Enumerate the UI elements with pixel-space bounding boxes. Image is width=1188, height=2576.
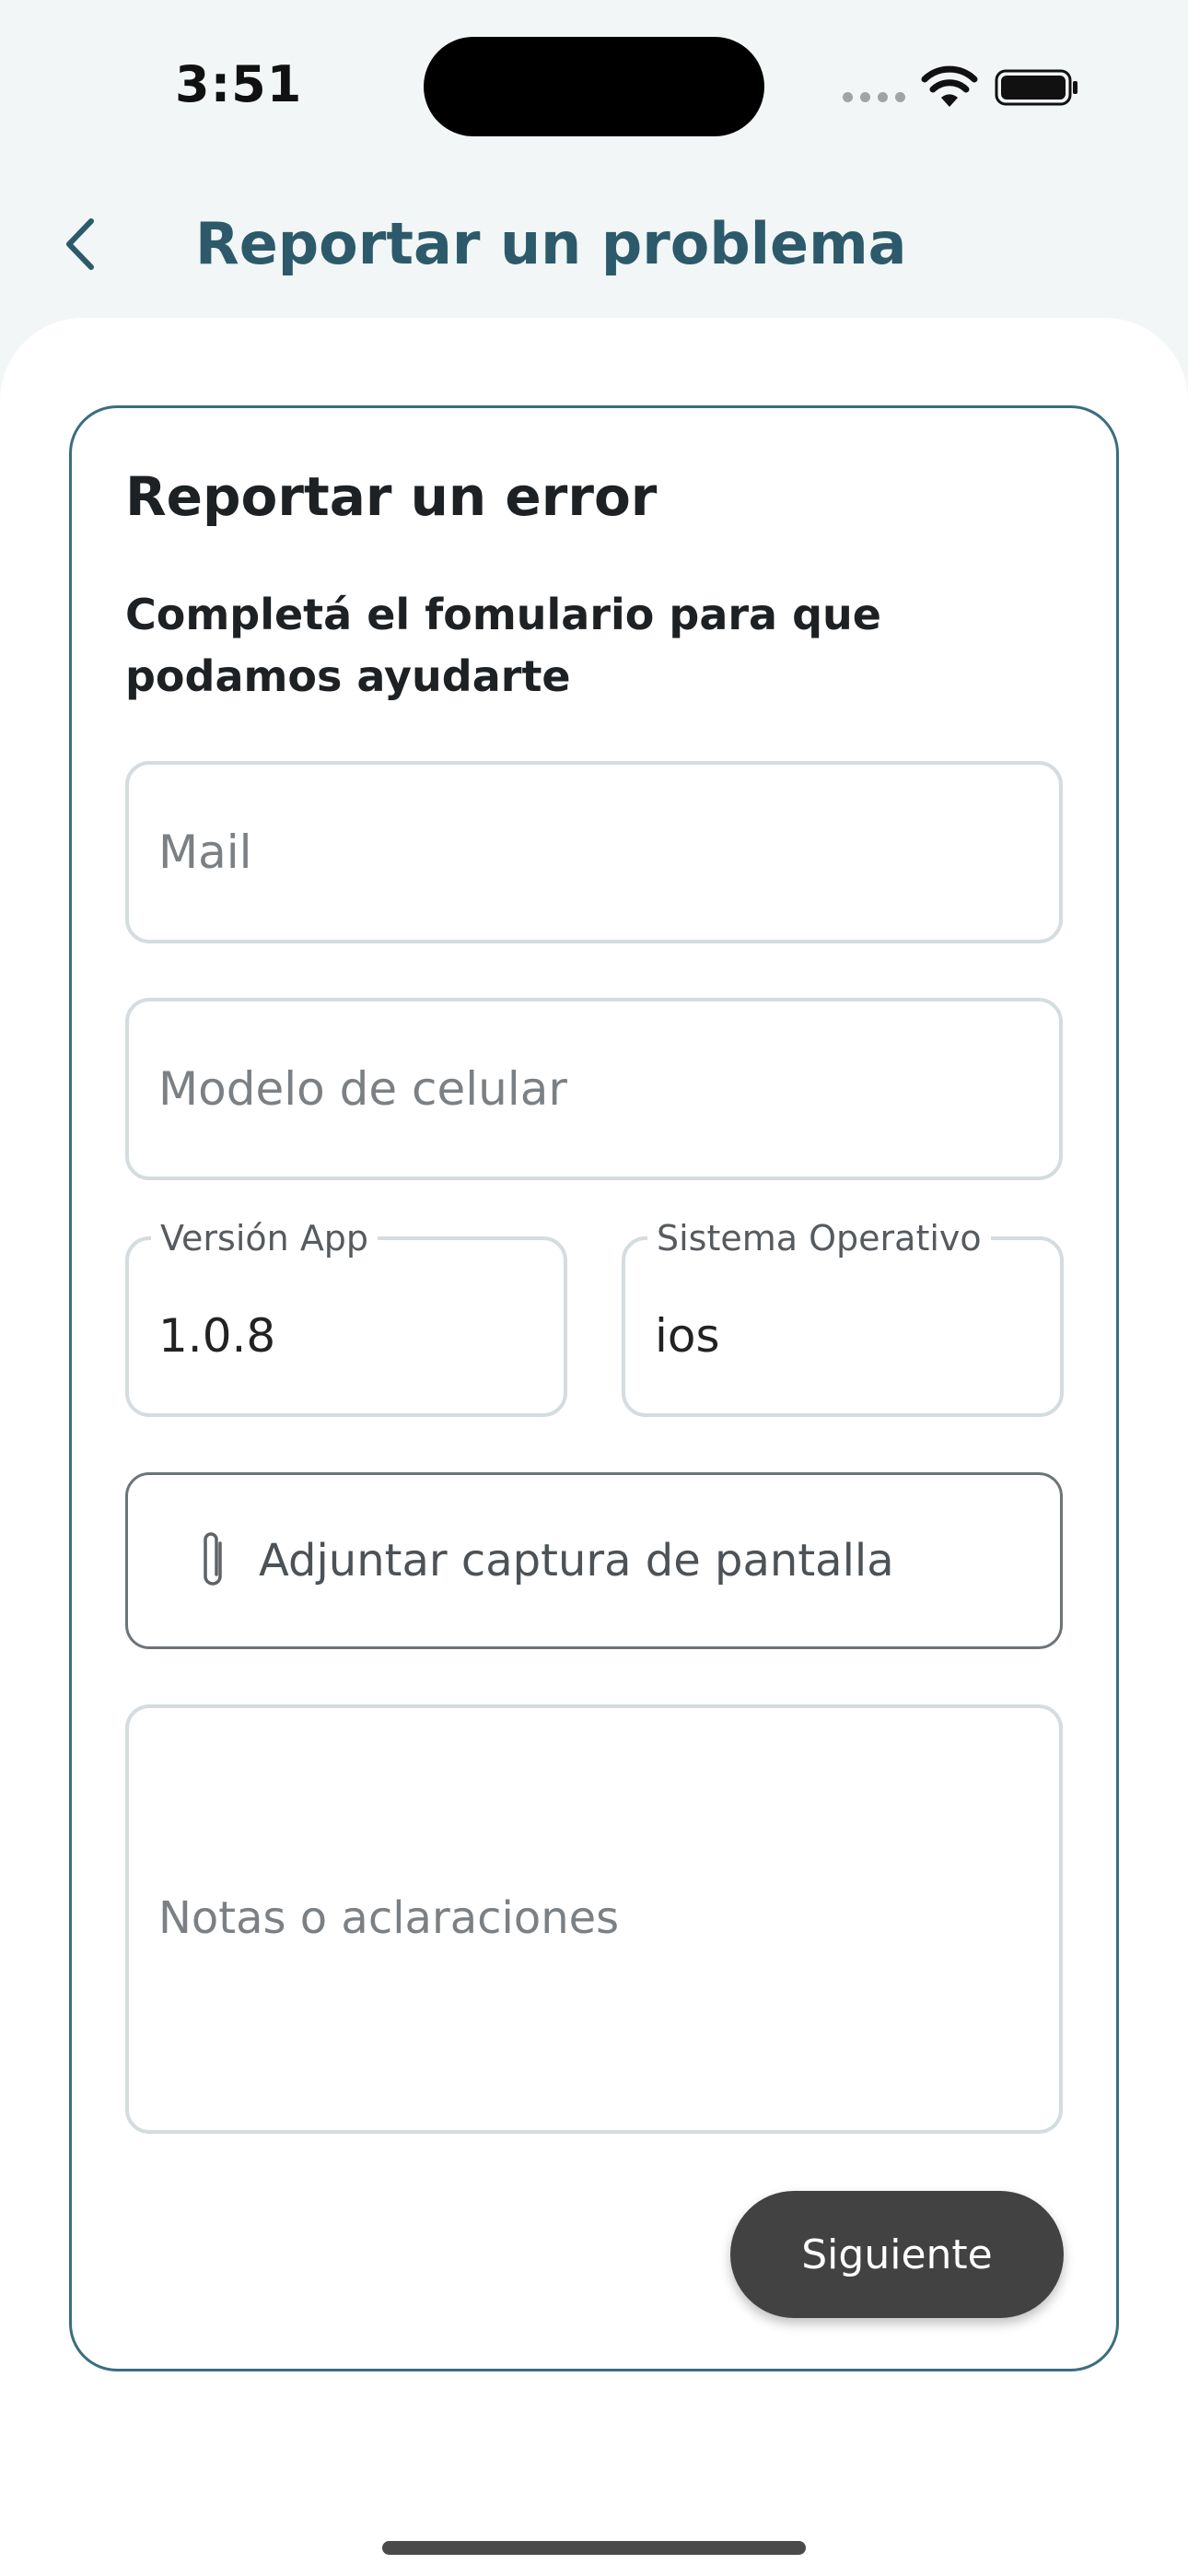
notes-field-container bbox=[125, 1704, 1063, 2134]
header: Reportar un problema bbox=[0, 184, 1188, 304]
next-button[interactable]: Siguiente bbox=[730, 2191, 1064, 2318]
home-indicator bbox=[382, 2541, 806, 2555]
form-subtitle: Completá el fomulario para que podamos a… bbox=[125, 590, 881, 701]
app-version-field-container: Versión App bbox=[125, 1218, 567, 1417]
os-label: Sistema Operativo bbox=[647, 1218, 991, 1259]
status-bar: 3:51 bbox=[0, 0, 1188, 175]
os-field-container: Sistema Operativo bbox=[622, 1218, 1064, 1417]
attach-screenshot-button[interactable]: Adjuntar captura de pantalla bbox=[125, 1472, 1063, 1649]
chevron-left-icon bbox=[66, 218, 94, 270]
status-time: 3:51 bbox=[175, 55, 303, 113]
dynamic-island bbox=[424, 37, 764, 136]
cellular-signal-icon bbox=[843, 92, 905, 102]
notes-textarea[interactable] bbox=[129, 1708, 1059, 2130]
form-title: Reportar un error bbox=[125, 465, 658, 528]
mail-input[interactable] bbox=[129, 765, 1059, 940]
page-title: Reportar un problema bbox=[195, 210, 907, 277]
battery-icon bbox=[995, 69, 1077, 106]
app-version-input[interactable] bbox=[129, 1240, 564, 1413]
os-input[interactable] bbox=[625, 1240, 1060, 1413]
mail-field-container bbox=[125, 761, 1063, 943]
phone-model-field-container bbox=[125, 998, 1063, 1180]
phone-model-input[interactable] bbox=[129, 1001, 1059, 1177]
attach-screenshot-label: Adjuntar captura de pantalla bbox=[259, 1535, 894, 1587]
back-button[interactable] bbox=[48, 212, 112, 276]
paperclip-icon bbox=[204, 1532, 222, 1586]
app-version-label: Versión App bbox=[151, 1218, 379, 1259]
wifi-icon bbox=[921, 65, 978, 107]
